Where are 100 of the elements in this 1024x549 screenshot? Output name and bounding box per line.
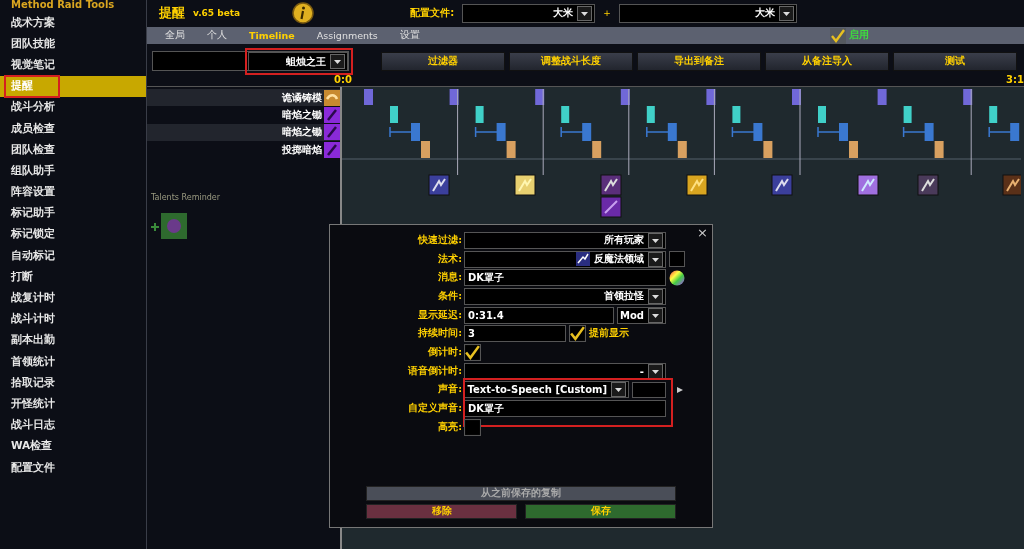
spell-icon[interactable] — [600, 174, 622, 196]
sidebar-item[interactable]: 战术方案 — [0, 12, 146, 34]
spell-icon — [324, 106, 340, 123]
remove-button[interactable]: 移除 — [366, 504, 517, 519]
talent-icon — [149, 211, 189, 241]
sidebar-item[interactable]: 打断 — [0, 266, 146, 288]
sidebar-item[interactable]: 首领统计 — [0, 351, 146, 373]
field-label: 条件: — [437, 289, 463, 303]
copy-button[interactable]: 从之前保存的复制 — [366, 486, 676, 501]
spell-icon[interactable] — [917, 174, 939, 196]
sidebar-item[interactable]: 配置文件 — [0, 456, 146, 479]
sound-dropdown[interactable]: Text-to-Speech [Custom] — [464, 381, 629, 399]
caret-icon[interactable] — [611, 382, 626, 398]
tab[interactable]: 个人 — [207, 29, 227, 42]
play-icon[interactable] — [677, 386, 683, 393]
ghost-label: Talents Reminder — [151, 193, 221, 202]
caret-icon[interactable] — [778, 5, 794, 21]
version-label: v.65 beta — [193, 8, 241, 18]
field-label: 语音倒计时: — [407, 364, 463, 378]
time-label: 3:1 — [1006, 74, 1024, 86]
caret-icon[interactable] — [648, 251, 663, 267]
checkbox[interactable] — [464, 343, 481, 361]
spell-name: 暗焰之锄 — [282, 125, 322, 140]
spell-name: 暗焰之锄 — [282, 107, 322, 122]
boss-dropdown[interactable]: 蛆烛之王 — [248, 52, 348, 71]
field-label: 高亮: — [437, 420, 463, 434]
toolbar-button[interactable]: 过滤器 — [381, 51, 505, 71]
text-field[interactable]: DK罩子 — [464, 269, 666, 287]
dropdown-field[interactable]: 首领拉怪 — [464, 287, 666, 305]
plus-label: + — [603, 8, 611, 18]
checkbox-label: 提前显示 — [589, 327, 630, 341]
sidebar-item[interactable]: 团队技能 — [0, 33, 146, 55]
tab[interactable]: Timeline — [249, 30, 295, 41]
close-icon[interactable]: × — [697, 225, 708, 240]
sidebar-item[interactable]: 战复计时 — [0, 287, 146, 309]
spell-icon[interactable] — [428, 174, 450, 196]
spell-icon[interactable] — [514, 174, 536, 196]
profile-dropdown[interactable]: 大米 — [462, 3, 596, 23]
sidebar-item[interactable]: 标记助手 — [0, 202, 146, 224]
sidebar-item[interactable]: 开怪统计 — [0, 393, 146, 415]
sidebar-item[interactable]: 战斗分析 — [0, 96, 146, 118]
sidebar-item[interactable]: 副本出勤 — [0, 329, 146, 351]
field-label: 快速过滤: — [416, 233, 463, 247]
sidebar-item[interactable]: 标记锁定 — [0, 223, 146, 246]
app-title: Method Raid Tools — [10, 0, 116, 12]
page-title: 提醒 — [159, 4, 185, 22]
checkmark-icon[interactable] — [830, 27, 846, 44]
caret-icon[interactable] — [648, 307, 663, 323]
sidebar-item[interactable]: 自动标记 — [0, 245, 146, 267]
spell-icon — [324, 124, 340, 141]
sidebar-item[interactable]: 成员检查 — [0, 117, 146, 140]
text-field[interactable]: 3 — [464, 325, 566, 343]
sidebar-item[interactable]: 拾取记录 — [0, 372, 146, 394]
dropdown-field[interactable]: 所有玩家 — [464, 231, 666, 249]
toolbar-button[interactable]: 导出到备注 — [637, 51, 761, 71]
spell-icon[interactable] — [1002, 174, 1021, 196]
checkbox[interactable] — [569, 325, 586, 343]
field-label: 倒计时: — [427, 345, 463, 359]
spell-icon — [324, 141, 340, 158]
spell-dropdown[interactable]: 反魔法领域 — [464, 250, 666, 268]
save-button[interactable]: 保存 — [525, 504, 676, 519]
spell-icon[interactable] — [857, 174, 879, 196]
search-field[interactable]: 蛆烛之王 — [152, 51, 349, 71]
checkbox[interactable] — [464, 418, 481, 436]
tab[interactable]: Assignments — [316, 30, 378, 41]
mod-dropdown[interactable]: Mod — [617, 306, 666, 324]
info-icon[interactable] — [292, 2, 315, 24]
sidebar-item[interactable]: 视觉笔记 — [0, 54, 146, 76]
profile-label: 配置文件: — [410, 6, 455, 20]
color-wheel-icon[interactable] — [669, 269, 685, 286]
profile-dropdown[interactable]: 大米 — [618, 3, 797, 23]
spell-name: 投掷暗焰 — [282, 142, 322, 157]
toolbar-button[interactable]: 从备注导入 — [765, 51, 889, 71]
tab[interactable]: 全局 — [165, 29, 185, 42]
caret-icon[interactable] — [648, 232, 663, 248]
sidebar-item[interactable]: WA检查 — [0, 435, 146, 457]
enable-label: 启用 — [849, 29, 869, 42]
sidebar-item[interactable]: 阵容设置 — [0, 181, 146, 203]
field-label: 消息: — [437, 271, 463, 285]
caret-icon[interactable] — [648, 363, 663, 379]
sidebar-item[interactable]: 团队检查 — [0, 139, 146, 161]
toolbar-button[interactable]: 测试 — [893, 51, 1017, 71]
spell-icon[interactable] — [771, 174, 793, 196]
tab[interactable]: 设置 — [399, 29, 420, 42]
toolbar-button[interactable]: 调整战斗长度 — [509, 51, 633, 71]
caret-icon[interactable] — [330, 54, 345, 69]
field-label: 自定义声音: — [407, 402, 463, 416]
sidebar-item[interactable]: 战斗日志 — [0, 414, 146, 436]
field-label: 显示延迟: — [417, 308, 463, 322]
sidebar-item[interactable]: 组队助手 — [0, 160, 146, 182]
caret-icon[interactable] — [577, 5, 593, 21]
caret-icon[interactable] — [648, 288, 663, 304]
field-label: 法术: — [437, 252, 463, 266]
spell-icon[interactable] — [686, 174, 708, 196]
spell-icon[interactable] — [600, 196, 622, 218]
field-label: 声音: — [437, 383, 463, 397]
text-field[interactable]: 0:31.4 — [464, 306, 614, 324]
text-field[interactable]: DK罩子 — [464, 400, 666, 418]
sidebar-item[interactable]: 战斗计时 — [0, 308, 146, 330]
spell-name: 诡谲铸模 — [282, 90, 322, 105]
